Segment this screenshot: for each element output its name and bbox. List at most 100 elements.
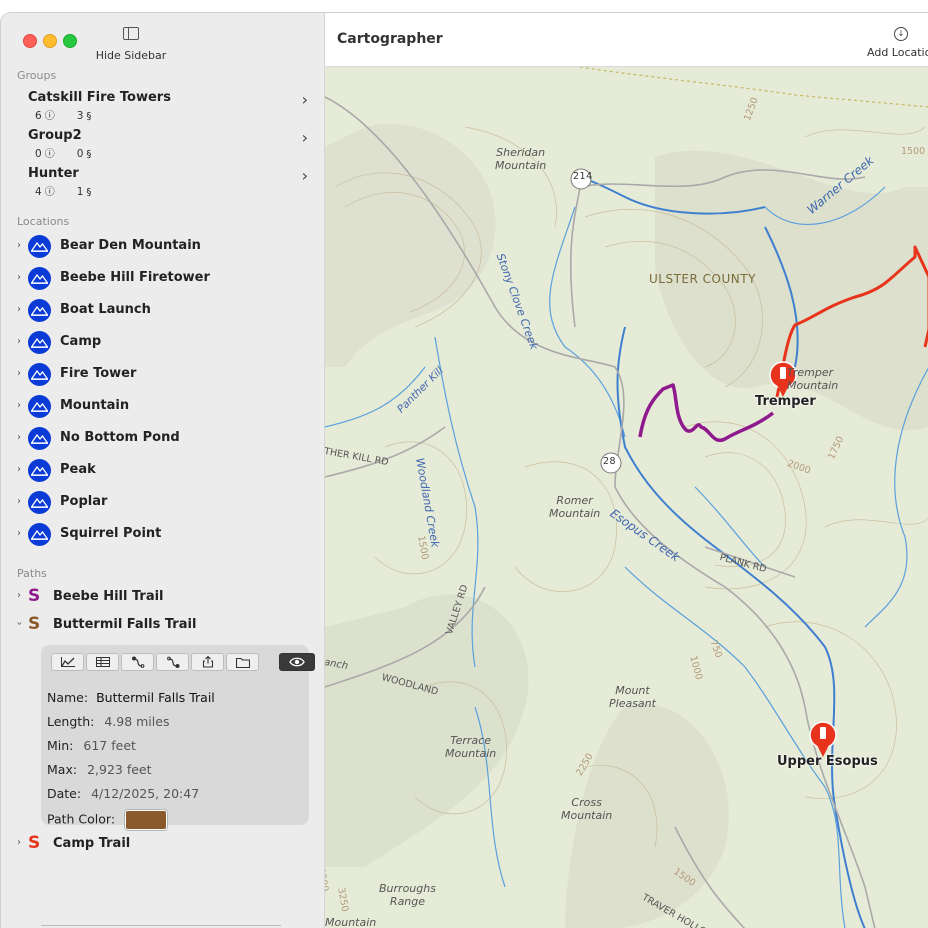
window-title: Cartographer <box>337 31 443 47</box>
chevron-right-icon[interactable]: › <box>302 90 308 109</box>
map-label-sheridan: Sheridan Mountain <box>495 146 547 172</box>
path-item-camp-trail[interactable]: › S Camp Trail <box>17 833 317 855</box>
disclosure-right-icon[interactable]: › <box>17 400 21 411</box>
path-item-beebe-hill-trail[interactable]: › S Beebe Hill Trail <box>17 586 317 608</box>
sidebar-toggle-icon <box>123 27 139 40</box>
map-label-mountain: Mountain <box>325 916 377 928</box>
elevation-chart-button[interactable] <box>51 653 84 671</box>
map-label-ulster: ULSTER COUNTY <box>649 272 756 286</box>
map-label-route214: 214 <box>573 171 593 182</box>
map-label-romer: Romer Mountain <box>549 494 601 520</box>
group-item[interactable]: Catskill Fire Towers 6 ⓘ 3 § › <box>28 90 310 122</box>
location-name: Boat Launch <box>60 302 151 317</box>
disclosure-right-icon[interactable]: › <box>17 304 21 315</box>
location-name: Poplar <box>60 494 108 509</box>
visibility-toggle-button[interactable] <box>279 653 315 671</box>
group-item[interactable]: Hunter 4 ⓘ 1 § › <box>28 166 310 198</box>
group-name: Hunter <box>28 166 79 181</box>
location-item[interactable]: › Boat Launch <box>17 298 317 324</box>
location-item[interactable]: › Poplar <box>17 490 317 516</box>
disclosure-right-icon[interactable]: › <box>17 272 21 283</box>
date-value: 4/12/2025, 20:47 <box>91 786 200 801</box>
chevron-right-icon[interactable]: › <box>302 166 308 185</box>
route-end-button[interactable] <box>156 653 189 671</box>
disclosure-right-icon[interactable]: › <box>17 590 21 601</box>
toolbar: Cartographer ↓ Add Location <box>325 13 928 67</box>
location-count-icon: ⓘ <box>44 111 55 122</box>
location-name: Bear Den Mountain <box>60 238 201 253</box>
map-label-route28: 28 <box>603 456 617 467</box>
disclosure-right-icon[interactable]: › <box>17 432 21 443</box>
path-name: Buttermil Falls Trail <box>53 617 197 632</box>
location-name: Camp <box>60 334 102 349</box>
disclosure-right-icon[interactable]: › <box>17 464 21 475</box>
location-name: No Bottom Pond <box>60 430 180 445</box>
route-icon <box>131 656 144 668</box>
location-item[interactable]: › Squirrel Point <box>17 522 317 548</box>
disclosure-right-icon[interactable]: › <box>17 240 21 251</box>
add-location-icon: ↓ <box>894 27 908 41</box>
location-item[interactable]: › Camp <box>17 330 317 356</box>
disclosure-right-icon[interactable]: › <box>17 837 21 848</box>
location-item[interactable]: › Mountain <box>17 394 317 420</box>
path-icon: S <box>28 833 41 853</box>
map-view[interactable]: Sheridan Mountain 214 Warner Creek ULSTER C… <box>325 67 928 928</box>
detail-min-row: Min: 617 feet <box>47 738 136 753</box>
disclosure-down-icon[interactable]: › <box>14 622 25 626</box>
path-count-icon: § <box>86 187 92 198</box>
close-window-button[interactable] <box>23 34 37 48</box>
path-count-icon: § <box>86 111 92 122</box>
location-name: Fire Tower <box>60 366 137 381</box>
mountain-icon <box>28 523 51 546</box>
group-counts: 6 ⓘ 3 § <box>28 107 310 122</box>
location-item[interactable]: › Peak <box>17 458 317 484</box>
details-toolbar <box>51 653 315 671</box>
name-value[interactable]: Buttermil Falls Trail <box>96 690 215 705</box>
share-button[interactable] <box>191 653 224 671</box>
map-label-e1500b: 1500 <box>901 146 926 157</box>
group-name: Group2 <box>28 128 82 143</box>
disclosure-right-icon[interactable]: › <box>17 528 21 539</box>
disclosure-right-icon[interactable]: › <box>17 336 21 347</box>
group-counts: 0 ⓘ 0 § <box>28 145 310 160</box>
path-item-buttermil-falls-trail[interactable]: › S Buttermil Falls Trail <box>14 614 317 636</box>
min-value: 617 feet <box>83 738 136 753</box>
path-color-well[interactable] <box>125 810 168 830</box>
detail-color-row: Path Color: <box>47 810 168 830</box>
location-item[interactable]: › Fire Tower <box>17 362 317 388</box>
table-button[interactable] <box>86 653 119 671</box>
minimize-window-button[interactable] <box>43 34 57 48</box>
map-label-upper: Upper Esopus <box>777 754 878 769</box>
route-icon <box>166 656 179 668</box>
map-label-cross: Cross Mountain <box>561 796 613 822</box>
location-name: Mountain <box>60 398 130 413</box>
path-count: 1 <box>76 186 84 198</box>
zoom-window-button[interactable] <box>63 34 77 48</box>
location-item[interactable]: › Beebe Hill Firetower <box>17 266 317 292</box>
path-count: 0 <box>76 148 84 160</box>
folder-button[interactable] <box>226 653 259 671</box>
add-location-button[interactable]: ↓ Add Location <box>867 27 928 59</box>
location-item[interactable]: › No Bottom Pond <box>17 426 317 452</box>
location-count-icon: ⓘ <box>44 187 55 198</box>
length-value: 4.98 miles <box>104 714 170 729</box>
path-count-icon: § <box>86 149 92 160</box>
location-count-icon: ⓘ <box>44 149 55 160</box>
location-item[interactable]: › Bear Den Mountain <box>17 234 317 260</box>
location-count: 0 <box>35 148 42 160</box>
table-icon <box>95 657 110 667</box>
min-label: Min: <box>47 738 74 753</box>
route-start-button[interactable] <box>121 653 154 671</box>
paths-header: Paths <box>17 567 47 580</box>
disclosure-right-icon[interactable]: › <box>17 496 21 507</box>
add-location-label: Add Location <box>867 46 928 59</box>
hide-sidebar-button[interactable]: Hide Sidebar <box>91 27 171 62</box>
map-label-terrace: Terrace Mountain <box>445 734 497 760</box>
group-item[interactable]: Group2 0 ⓘ 0 § › <box>28 128 310 160</box>
disclosure-right-icon[interactable]: › <box>17 368 21 379</box>
path-icon: S <box>28 614 41 634</box>
location-name: Beebe Hill Firetower <box>60 270 210 285</box>
mountain-icon <box>28 395 51 418</box>
hide-sidebar-label: Hide Sidebar <box>95 49 167 62</box>
chevron-right-icon[interactable]: › <box>302 128 308 147</box>
